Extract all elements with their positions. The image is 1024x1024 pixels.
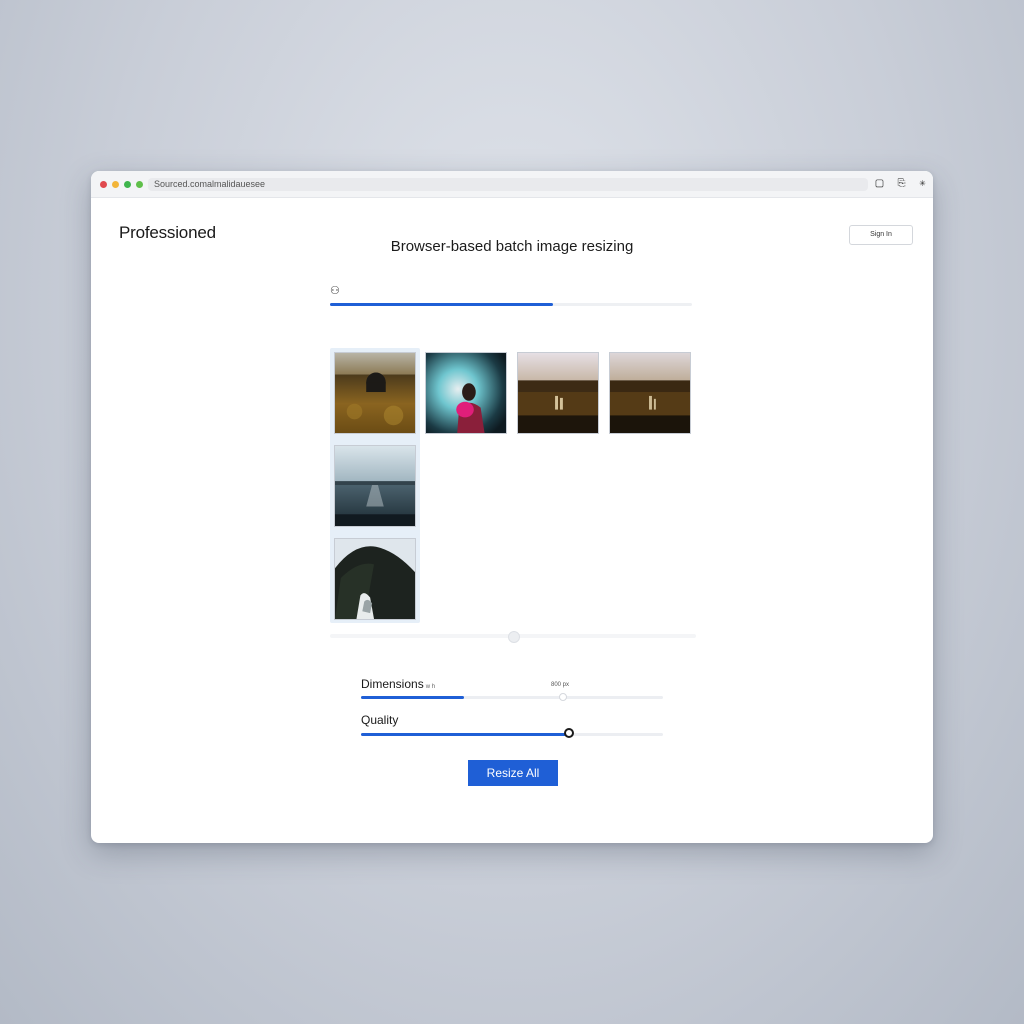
dimensions-value: 800 px [551,682,570,688]
address-bar[interactable]: Sourced.comalmalidauesee [148,178,868,191]
gallery-scroll-handle[interactable] [508,631,520,643]
minimize-window-button[interactable] [112,181,119,188]
dimensions-slider-handle[interactable] [559,693,568,701]
dimensions-control: Dimensions w h 800 px [361,677,663,705]
progress-track [330,303,692,306]
quality-label: Quality [361,713,399,727]
dimensions-slider-fill [361,696,464,699]
page-subtitle: Browser-based batch image resizing [390,238,634,255]
fullscreen-window-button[interactable] [136,181,143,188]
thumbnail-field-figures-b[interactable] [609,352,691,434]
thumbnail-mountain-forest[interactable] [334,538,416,620]
dimensions-slider[interactable] [361,693,663,701]
close-window-button[interactable] [100,181,107,188]
image-gallery [330,348,696,643]
upload-icon: ⚇ [330,285,340,297]
dimensions-sublabel: w h [425,684,436,690]
thumbnail-lake-dusk[interactable] [334,445,416,527]
browser-titlebar: Sourced.comalmalidauesee ▢ ⎘ ✳ [91,171,933,198]
progress-fill [330,303,553,306]
browser-window: Sourced.comalmalidauesee ▢ ⎘ ✳ Professio… [91,171,933,843]
quality-slider[interactable] [361,728,663,738]
dimensions-label-wrap: Dimensions w h [361,677,435,691]
gallery-scrollbar[interactable] [330,631,696,643]
upload-progress: ⚇ [330,284,692,309]
quality-slider-handle[interactable] [564,728,575,738]
extension-icon[interactable]: ▢ [874,178,885,189]
resize-all-button[interactable]: Resize All [468,760,558,786]
dimensions-label: Dimensions [361,677,424,691]
thumbnail-field-sunset[interactable] [334,352,416,434]
quality-control: Quality [361,713,663,741]
maximize-window-button[interactable] [124,181,131,188]
quality-slider-fill [361,733,570,736]
bookmark-icon[interactable]: ⎘ [896,178,907,189]
thumbnail-field-figures-a[interactable] [517,352,599,434]
more-icon[interactable]: ✳ [917,178,928,189]
thumbnail-teal-portrait[interactable] [425,352,507,434]
